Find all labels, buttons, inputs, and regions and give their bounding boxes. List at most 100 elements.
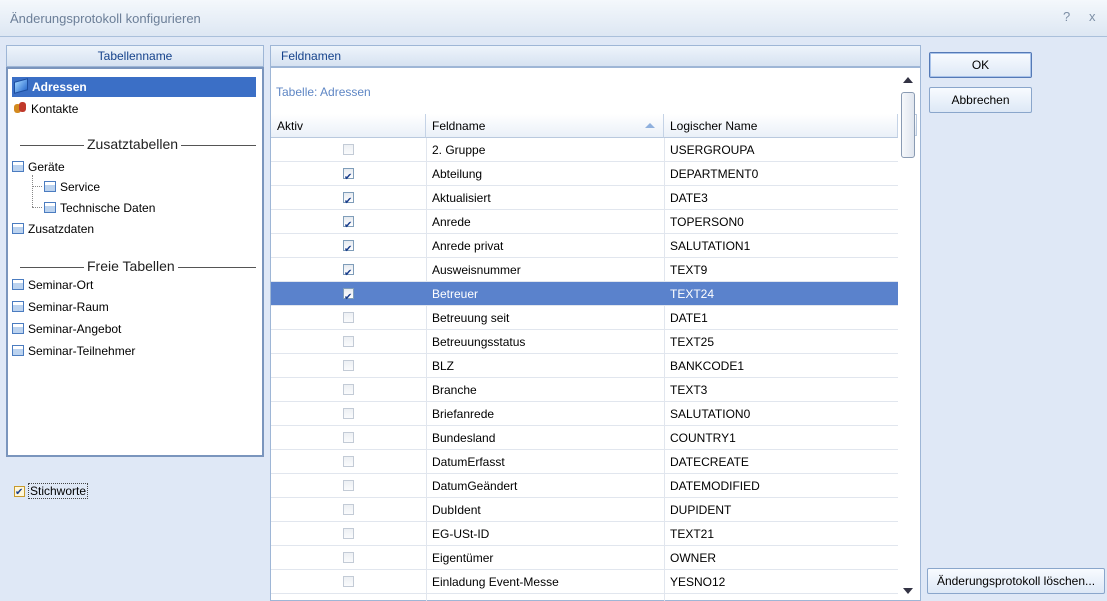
aktiv-checkbox[interactable] — [343, 480, 354, 491]
tree-item-adressen[interactable]: Adressen — [12, 77, 256, 97]
aktiv-cell — [271, 546, 426, 570]
aktiv-checkbox[interactable] — [343, 286, 354, 310]
table-row[interactable]: EG-USt-ID TEXT21 — [271, 522, 898, 546]
aktiv-cell — [271, 210, 426, 238]
tree-item-label: Seminar-Raum — [28, 300, 109, 314]
tree-item-label: Service — [60, 180, 101, 194]
aktiv-checkbox[interactable] — [343, 456, 354, 467]
stichworte-checkbox[interactable]: Stichworte — [14, 482, 89, 502]
feldname-cell: Abteilung — [432, 167, 483, 181]
tree-item-label: Adressen — [32, 80, 87, 94]
table-row[interactable]: Abteilung DEPARTMENT0 — [271, 162, 898, 190]
aktiv-cell — [271, 402, 426, 426]
aktiv-checkbox[interactable] — [343, 262, 354, 286]
table-icon — [12, 323, 24, 334]
checkbox-icon[interactable] — [14, 484, 25, 502]
aktiv-checkbox[interactable] — [343, 576, 354, 587]
feldname-cell: Eigentümer — [432, 551, 494, 565]
logischer-name-cell: BANKCODE1 — [670, 359, 745, 373]
feldname-cell: Einladung Event-Messe — [432, 575, 559, 589]
table-row[interactable]: Anrede TOPERSON0 — [271, 210, 898, 238]
aktiv-checkbox[interactable] — [343, 238, 354, 262]
delete-change-log-button[interactable]: Änderungsprotokoll löschen... — [927, 568, 1105, 594]
table-row[interactable]: DubIdent DUPIDENT — [271, 498, 898, 522]
tree-item-kontakte[interactable]: Kontakte — [12, 99, 78, 119]
table-tree[interactable]: Adressen Kontakte Zusatztabellen Geräte … — [6, 67, 264, 457]
aktiv-checkbox[interactable] — [343, 190, 354, 214]
aktiv-cell — [271, 282, 426, 310]
tree-item-seminar-ort[interactable]: Seminar-Ort — [12, 275, 93, 295]
table-icon — [12, 279, 24, 290]
scroll-thumb[interactable] — [901, 92, 915, 158]
vertical-scrollbar[interactable] — [898, 72, 918, 601]
tree-item-label: Seminar-Teilnehmer — [28, 344, 136, 358]
aktiv-checkbox[interactable] — [343, 214, 354, 238]
tree-item-seminar-raum[interactable]: Seminar-Raum — [12, 297, 109, 317]
scroll-down-icon[interactable] — [903, 588, 913, 594]
aktiv-checkbox[interactable] — [343, 312, 354, 323]
table-row[interactable]: Bundesland COUNTRY1 — [271, 426, 898, 450]
feldname-cell: Betreuungsstatus — [432, 335, 526, 349]
table-row[interactable]: DatumErfasst DATECREATE — [271, 450, 898, 474]
feldname-cell: BLZ — [432, 359, 455, 373]
column-header-aktiv[interactable]: Aktiv — [271, 114, 426, 138]
tree-item-label: Geräte — [28, 160, 65, 174]
column-header-logischer-name[interactable]: Logischer Name — [664, 114, 898, 138]
aktiv-checkbox[interactable] — [343, 336, 354, 347]
tree-item-technische-daten[interactable]: Technische Daten — [44, 198, 155, 218]
table-row[interactable]: Betreuung seit DATE1 — [271, 306, 898, 330]
tree-item-seminar-angebot[interactable]: Seminar-Angebot — [12, 319, 121, 339]
ok-button[interactable]: OK — [929, 52, 1032, 78]
help-icon[interactable]: ? — [1063, 9, 1070, 24]
aktiv-checkbox[interactable] — [343, 360, 354, 371]
logischer-name-cell: USERGROUPA — [670, 143, 755, 157]
feldname-cell: Ausweisnummer — [432, 263, 521, 277]
aktiv-checkbox[interactable] — [343, 528, 354, 539]
table-row[interactable]: Betreuer TEXT24 — [271, 282, 898, 310]
feldname-cell: Anrede privat — [432, 239, 504, 253]
table-row[interactable]: Eigentümer OWNER — [271, 546, 898, 570]
cancel-button[interactable]: Abbrechen — [929, 87, 1032, 113]
contacts-icon — [14, 102, 27, 114]
aktiv-checkbox[interactable] — [343, 432, 354, 443]
table-row[interactable]: 2. Gruppe USERGROUPA — [271, 138, 898, 162]
table-row[interactable]: Aktualisiert DATE3 — [271, 186, 898, 214]
aktiv-checkbox[interactable] — [343, 408, 354, 419]
title-bar: Änderungsprotokoll konfigurieren ? x — [0, 0, 1107, 37]
aktiv-cell — [271, 306, 426, 330]
tree-item-geraete[interactable]: Geräte — [12, 157, 65, 177]
logischer-name-cell: DEPARTMENT0 — [670, 167, 759, 181]
window-title: Änderungsprotokoll konfigurieren — [10, 11, 201, 26]
tree-item-zusatzdaten[interactable]: Zusatzdaten — [12, 219, 94, 239]
logischer-name-cell: DATEMODIFIED — [670, 479, 760, 493]
aktiv-checkbox[interactable] — [343, 144, 354, 155]
table-icon — [44, 181, 56, 192]
table-row[interactable]: BLZ BANKCODE1 — [271, 354, 898, 378]
aktiv-cell — [271, 570, 426, 594]
table-row[interactable]: Ausweisnummer TEXT9 — [271, 258, 898, 286]
table-row[interactable]: Branche TEXT3 — [271, 378, 898, 402]
feldname-cell: Betreuer — [432, 287, 479, 301]
aktiv-checkbox[interactable] — [343, 504, 354, 515]
table-row[interactable]: Betreuungsstatus TEXT25 — [271, 330, 898, 354]
table-row[interactable]: Anrede privat SALUTATION1 — [271, 234, 898, 262]
aktiv-cell — [271, 474, 426, 498]
aktiv-cell — [271, 354, 426, 378]
table-row[interactable]: Briefanrede SALUTATION0 — [271, 402, 898, 426]
logischer-name-cell: OWNER — [670, 551, 716, 565]
logischer-name-cell: SALUTATION0 — [670, 407, 751, 421]
feldname-cell: 2. Gruppe — [432, 143, 486, 157]
aktiv-checkbox[interactable] — [343, 166, 354, 190]
scroll-up-icon[interactable] — [903, 77, 913, 83]
tree-item-seminar-teilnehmer[interactable]: Seminar-Teilnehmer — [12, 341, 135, 361]
table-row[interactable]: DatumGeändert DATEMODIFIED — [271, 474, 898, 498]
tree-item-label: Kontakte — [31, 102, 79, 116]
close-icon[interactable]: x — [1089, 9, 1096, 24]
table-row[interactable]: Einladung Event-Messe YESNO12 — [271, 570, 898, 594]
feldname-cell: EG-USt-ID — [432, 527, 490, 541]
aktiv-checkbox[interactable] — [343, 384, 354, 395]
tree-item-label: Technische Daten — [60, 201, 156, 215]
column-header-feldname[interactable]: Feldname — [426, 114, 664, 138]
tree-item-service[interactable]: Service — [44, 177, 100, 197]
aktiv-checkbox[interactable] — [343, 552, 354, 563]
